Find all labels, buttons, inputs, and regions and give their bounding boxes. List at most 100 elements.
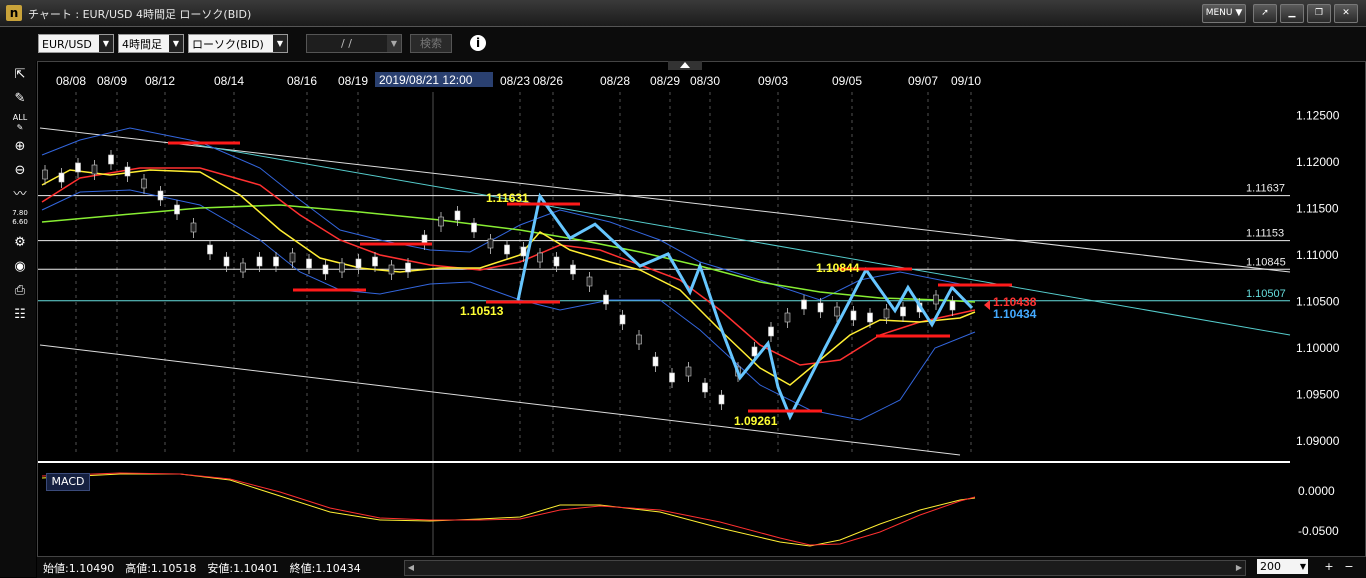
candle-body [91,164,98,175]
candle-body [702,382,708,393]
ohlc-readout: 始値:1.10490 高値:1.10518 安値:1.10401 終値:1.10… [43,562,361,575]
candle-body [207,244,213,255]
candle-body [487,238,494,249]
macd-line [41,473,976,547]
bollinger-lower [41,189,976,421]
horizontal-level-label: 1.10507 [1246,288,1286,300]
candle-body [339,262,345,273]
status-bar: 始値:1.10490 高値:1.10518 安値:1.10401 終値:1.10… [37,556,1366,578]
candle-body [273,256,279,267]
zigzag-line [516,192,974,421]
candle-body [355,258,362,269]
candle-body [124,166,131,177]
candle-body [619,314,626,325]
candle-body [289,252,296,263]
horizontal-level-label: 1.11153 [1246,228,1284,240]
candle-body [817,302,824,313]
y-tick-label: 1.10500 [1296,294,1340,308]
price-annotation: 1.10844 [816,261,860,275]
candle-body [520,246,527,257]
y-tick-label: 1.09500 [1296,388,1340,402]
macd-label: MACD [46,473,90,491]
y-tick-label: 1.12500 [1296,108,1340,122]
horizontal-level-label: 1.11637 [1246,183,1285,195]
candle-body [883,308,890,319]
candle-body [636,334,642,345]
candle-body [388,264,395,275]
candle-body [157,190,164,201]
zoom-select[interactable]: 200 ▼ [1257,559,1308,574]
candle-body [685,366,692,377]
candle-body [586,276,593,287]
macd-tick-label: 0.0000 [1298,484,1335,498]
candle-body [322,264,329,275]
x-tick-label: 09/05 [832,74,862,88]
x-tick-label: 08/28 [600,74,630,88]
price-annotation: 1.09261 [734,414,778,428]
candle-body [504,244,510,255]
x-tick-label: 08/19 [338,74,368,88]
x-tick-label: 08/14 [214,74,244,88]
chevron-down-icon: ▼ [1299,562,1306,571]
candle-body [801,299,807,310]
x-tick-label: 09/07 [908,74,938,88]
candle-body [537,252,543,263]
candle-body [850,310,857,321]
candle-body [669,372,675,383]
candle-body [718,394,725,405]
scroll-left-icon[interactable]: ◀ [405,561,417,575]
candle-body [256,256,263,267]
candle-body [603,294,609,305]
candle-body [223,256,230,267]
candle-body [768,326,774,337]
candle-body [240,262,246,273]
y-tick-label: 1.11000 [1296,248,1339,262]
candle-body [141,178,147,189]
candle-body [75,162,81,173]
candle-body [190,222,197,233]
candle-body [372,256,378,267]
current-price-marker [984,300,990,310]
candle-body [438,216,444,227]
zoom-in-button[interactable]: + [1321,559,1337,574]
candle-body [751,346,758,357]
zoom-value: 200 [1260,560,1281,573]
candle-body [174,204,180,215]
candle-body [949,300,956,311]
x-tick-label: 08/08 [56,74,86,88]
x-tick-label: 08/30 [690,74,720,88]
x-tick-label: 08/29 [650,74,680,88]
candle-body [108,154,114,165]
y-tick-label: 1.09000 [1296,434,1340,448]
macd-tick-label: -0.0500 [1298,524,1339,538]
candle-body [306,258,312,269]
candle-body [58,172,65,183]
price-annotation: 1.10513 [460,304,504,318]
y-tick-label: 1.10000 [1296,341,1340,355]
x-tick-label: 09/03 [758,74,788,88]
x-tick-label: 08/23 [500,74,530,88]
x-tick-label: 08/09 [97,74,127,88]
y-tick-label: 1.12000 [1296,155,1340,169]
price-chart[interactable]: 08/08 08/09 08/12 08/14 08/16 08/19 08/23 08/26… [0,0,1366,577]
scroll-right-icon[interactable]: ▶ [1233,561,1245,575]
zoom-out-button[interactable]: − [1341,559,1357,574]
candle-body [405,262,411,273]
x-tick-label: 08/26 [533,74,563,88]
horizontal-level-label: 1.10845 [1246,256,1286,268]
macd-signal-line [41,472,976,546]
candle-body [553,256,560,267]
candle-body [454,210,461,221]
trend-line-upper [39,127,1291,273]
candle-body [42,169,48,180]
candle-body [900,306,906,317]
candle-body [834,306,840,317]
crosshair-label: 2019/08/21 12:00 [379,73,473,87]
candle-body [933,294,939,305]
chart-scrollbar[interactable]: ◀ ▶ [404,560,1246,576]
x-tick-label: 09/10 [951,74,981,88]
trend-line-cyan [179,141,1291,336]
candle-body [784,312,791,323]
x-tick-label: 08/12 [145,74,175,88]
candle-body [570,264,576,275]
